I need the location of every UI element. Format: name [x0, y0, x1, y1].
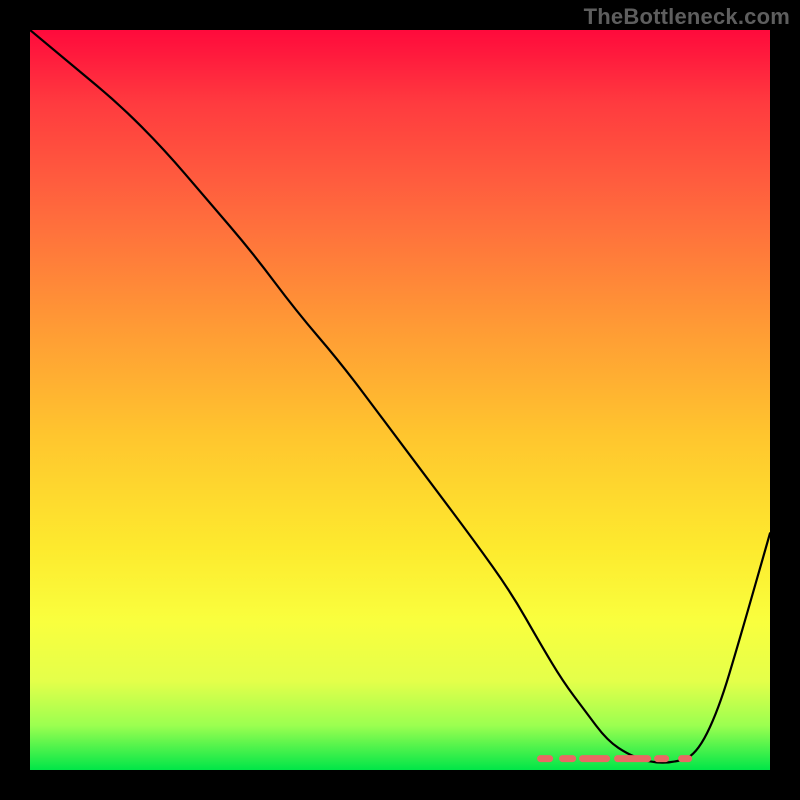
watermark-text: TheBottleneck.com: [584, 4, 790, 30]
bottleneck-curve: [30, 30, 770, 763]
chart-svg: [30, 30, 770, 770]
chart-frame: TheBottleneck.com: [0, 0, 800, 800]
plot-area: [30, 30, 770, 770]
